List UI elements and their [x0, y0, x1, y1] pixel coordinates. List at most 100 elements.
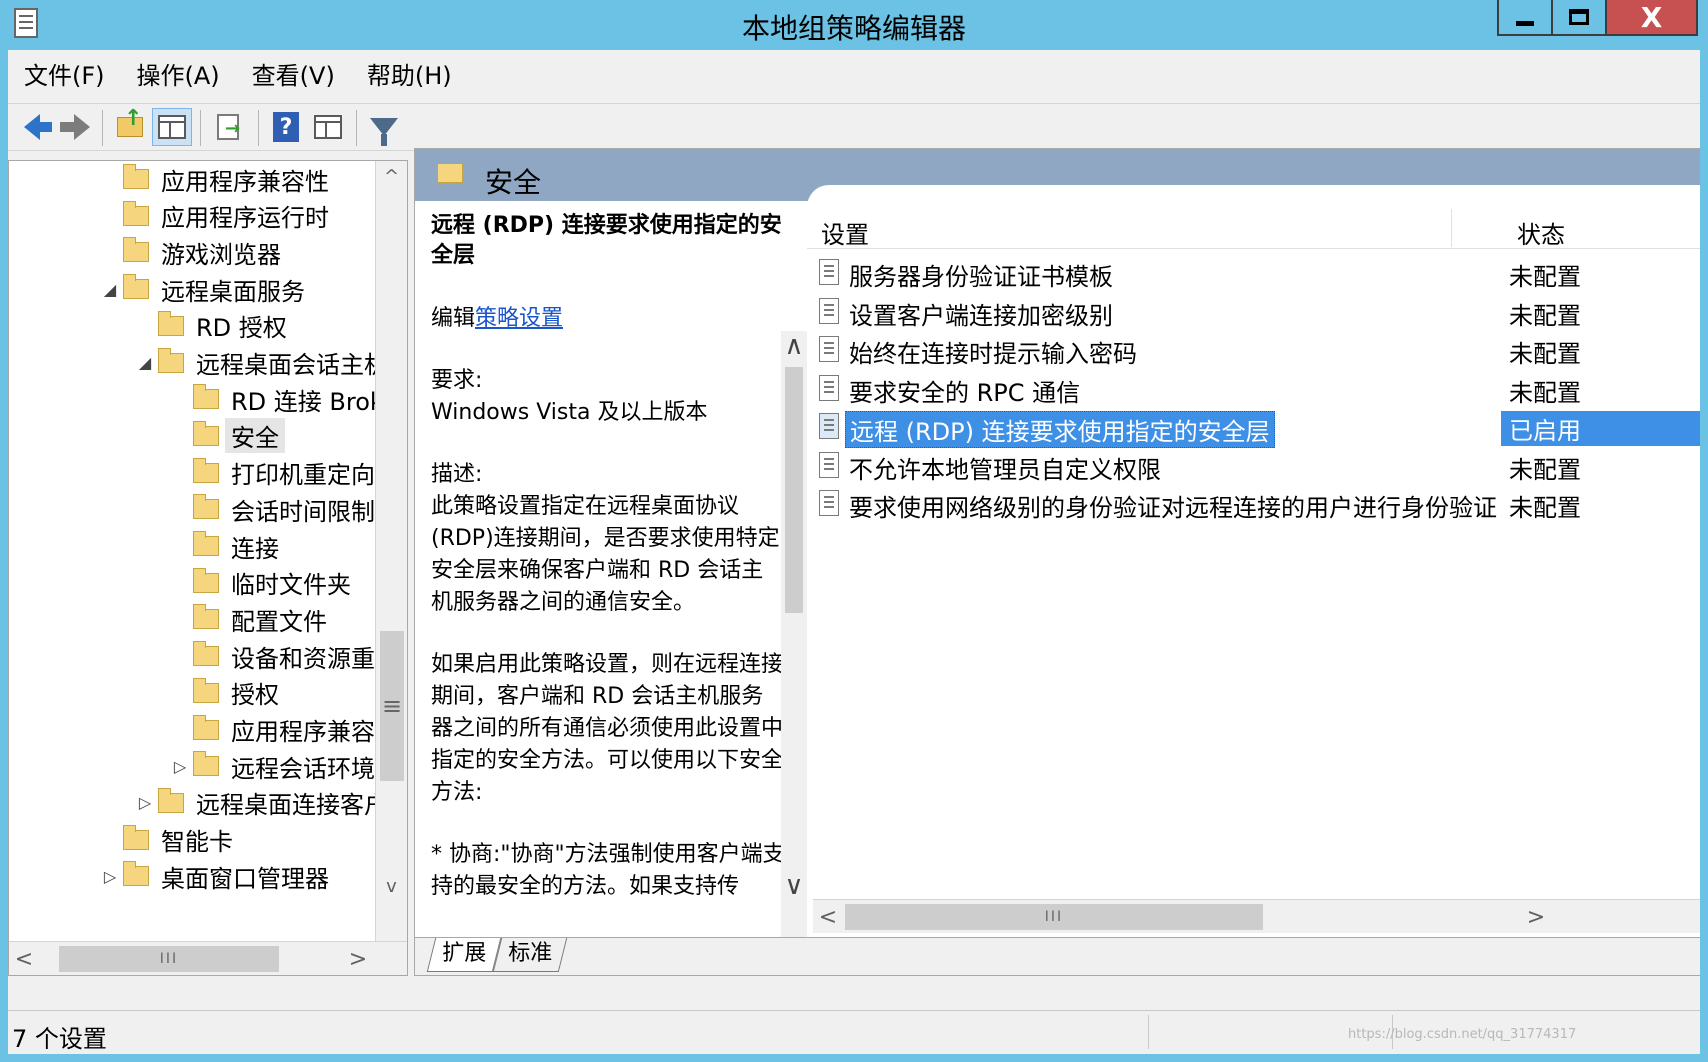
tab-extended[interactable]: 扩展: [426, 938, 502, 972]
column-setting[interactable]: 设置: [821, 215, 869, 250]
policy-setting-row[interactable]: 要求安全的 RPC 通信 未配置: [815, 369, 1700, 407]
status-bar: 7 个设置 https://blog.csdn.net/qq_31774317: [8, 1010, 1700, 1053]
tree-item[interactable]: 连接: [171, 528, 279, 564]
tree-item[interactable]: 应用程序兼容性: [171, 712, 377, 748]
tree-item-label: 会话时间限制: [231, 497, 375, 526]
filter-button[interactable]: [364, 108, 404, 146]
policy-setting-row[interactable]: 设置客户端连接加密级别 未配置: [815, 292, 1700, 330]
tree-item[interactable]: ◢ 远程桌面服务: [101, 271, 305, 307]
setting-state: 未配置: [1509, 301, 1581, 330]
expander-icon[interactable]: ◢: [101, 280, 119, 299]
tree-scroll-up-icon[interactable]: ^: [376, 161, 407, 191]
folder-icon: [193, 457, 219, 483]
tree-item[interactable]: 授权: [171, 675, 279, 711]
tree-scroll-thumb[interactable]: ≡: [380, 631, 404, 781]
tree-item[interactable]: ▷ 桌面窗口管理器: [101, 858, 329, 894]
title-bar: 本地组策略编辑器 X: [0, 0, 1708, 50]
tree-item[interactable]: ▷ 远程桌面连接客户: [136, 785, 377, 821]
description-paragraph-3: * 协商:"协商"方法强制使用客户端支持的最安全的方法。如果支持传: [431, 842, 785, 899]
tree-vertical-scrollbar[interactable]: ^ ≡ v: [375, 161, 407, 941]
up-one-level-button[interactable]: [110, 106, 150, 146]
description-scroll-thumb[interactable]: [785, 367, 803, 613]
tree-item[interactable]: ▷ 远程会话环境: [171, 748, 375, 784]
menu-file[interactable]: 文件(F): [8, 56, 121, 96]
menu-action[interactable]: 操作(A): [121, 56, 236, 96]
list-horizontal-scrollbar[interactable]: < III >: [813, 899, 1700, 933]
edit-policy-link[interactable]: 策略设置: [475, 306, 563, 331]
tree-item[interactable]: RD 连接 Brok: [171, 381, 377, 417]
list-hscroll-thumb[interactable]: III: [845, 904, 1263, 930]
policy-setting-row[interactable]: 始终在连接时提示输入密码 未配置: [815, 330, 1700, 368]
minimize-button[interactable]: [1497, 0, 1553, 36]
filter-icon: [370, 118, 398, 146]
edit-prefix: 编辑: [431, 306, 476, 331]
tree-item[interactable]: 智能卡: [101, 822, 233, 858]
policy-setting-row[interactable]: 远程 (RDP) 连接要求使用指定的安全层 已启用: [815, 407, 1700, 448]
window-title: 本地组策略编辑器: [741, 12, 966, 45]
column-divider[interactable]: [1451, 209, 1452, 247]
tree-item[interactable]: 打印机重定向: [171, 455, 375, 491]
folder-icon: [158, 310, 184, 336]
expander-icon[interactable]: ▷: [101, 867, 119, 886]
tree-item[interactable]: 临时文件夹: [171, 565, 351, 601]
tree-item[interactable]: 会话时间限制: [171, 491, 375, 527]
policy-document-icon: [819, 490, 839, 516]
back-button[interactable]: [12, 108, 52, 146]
folder-icon: [193, 567, 219, 593]
folder-icon: [193, 531, 219, 556]
export-list-button[interactable]: [208, 108, 248, 146]
tree-item-label: 远程桌面会话主机: [196, 351, 377, 379]
description-scroll-up-icon[interactable]: ∧: [781, 331, 807, 361]
maximize-button[interactable]: [1551, 0, 1607, 36]
list-scroll-left-icon[interactable]: <: [813, 900, 843, 934]
tree-item[interactable]: 设备和资源重定: [171, 638, 377, 674]
setting-name: 设置客户端连接加密级别: [849, 301, 1113, 330]
forward-button[interactable]: [54, 108, 94, 146]
folder-up-icon: [117, 106, 143, 137]
tree-item[interactable]: ◢ 远程桌面会话主机: [136, 345, 377, 381]
tree-horizontal-scrollbar[interactable]: < III >: [9, 941, 407, 975]
setting-state: 未配置: [1509, 494, 1581, 522]
tree-item[interactable]: 应用程序运行时: [101, 198, 329, 234]
setting-state: 未配置: [1509, 340, 1581, 368]
main-window: 文件(F) 操作(A) 查看(V) 帮助(H) ? 应用程序兼容性应用程序运行时…: [8, 50, 1700, 1054]
tree-item[interactable]: 配置文件: [171, 601, 327, 637]
tree-scroll-left-icon[interactable]: <: [9, 942, 39, 975]
tree-hscroll-thumb[interactable]: III: [59, 946, 279, 972]
status-divider: [1148, 1015, 1149, 1049]
policy-setting-row[interactable]: 服务器身份验证证书模板 未配置: [815, 253, 1700, 291]
description-scroll-down-icon[interactable]: ∨: [781, 871, 807, 901]
show-action-pane-button[interactable]: [308, 108, 348, 146]
tree-item-label: 游戏浏览器: [161, 240, 281, 269]
tree-item[interactable]: 游戏浏览器: [101, 234, 281, 270]
edit-policy-line: 编辑策略设置: [431, 303, 785, 335]
folder-icon: [193, 384, 219, 410]
list-scroll-right-icon[interactable]: >: [1521, 900, 1551, 934]
menu-view[interactable]: 查看(V): [236, 56, 351, 96]
tree-scroll-right-icon[interactable]: >: [343, 942, 373, 975]
tree-item[interactable]: 安全: [171, 418, 285, 454]
tree-item-label: 配置文件: [231, 607, 327, 636]
column-state[interactable]: 状态: [1517, 215, 1565, 250]
help-button[interactable]: ?: [266, 108, 306, 146]
policy-setting-row[interactable]: 不允许本地管理员自定义权限 未配置: [815, 446, 1700, 484]
tree-scroll-down-icon[interactable]: v: [376, 871, 407, 901]
expander-icon[interactable]: ◢: [136, 353, 154, 372]
expander-icon[interactable]: ▷: [136, 793, 154, 812]
description-paragraph-2: 如果启用此策略设置，则在远程连接期间，客户端和 RD 会话主机服务器之间的所有通…: [431, 652, 784, 805]
policy-setting-row[interactable]: 要求使用网络级别的身份验证对远程连接的用户进行身份验证 未配置: [815, 484, 1700, 522]
back-arrow-icon: [24, 114, 52, 140]
description-block: 描述: 此策略设置指定在远程桌面协议(RDP)连接期间，是否要求使用特定安全层来确…: [431, 459, 785, 619]
tree-item-label: 远程桌面连接客户: [196, 791, 377, 820]
description-text: 此策略设置指定在远程桌面协议(RDP)连接期间，是否要求使用特定安全层来确保客户…: [431, 494, 780, 615]
expander-icon[interactable]: ▷: [171, 757, 189, 776]
tab-standard[interactable]: 标准: [492, 938, 568, 972]
setting-state: 未配置: [1509, 455, 1581, 484]
menu-help[interactable]: 帮助(H): [351, 56, 468, 96]
show-hide-tree-button[interactable]: [152, 108, 192, 146]
tree-item[interactable]: 应用程序兼容性: [101, 161, 329, 197]
folder-icon: [123, 237, 149, 263]
description-scrollbar[interactable]: ∧ ∨: [781, 331, 807, 937]
close-button[interactable]: X: [1605, 0, 1698, 36]
tree-item[interactable]: RD 授权: [136, 308, 287, 344]
